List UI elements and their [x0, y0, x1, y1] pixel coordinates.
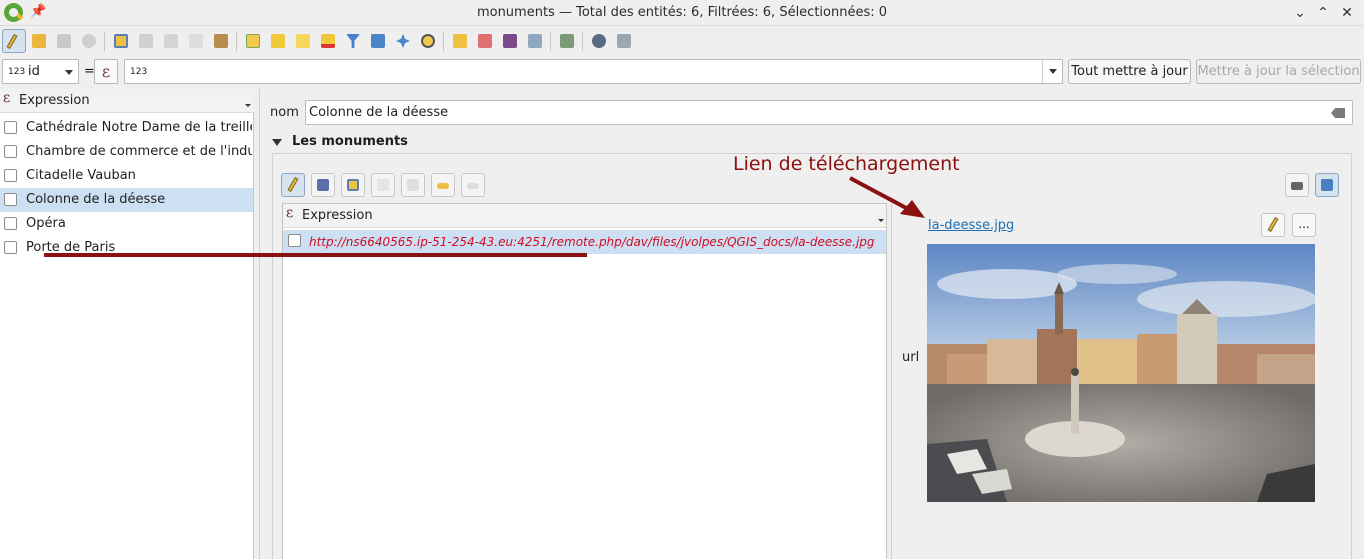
move-selection-top-icon[interactable]: [366, 29, 390, 53]
collapse-icon[interactable]: [272, 139, 282, 146]
update-all-button[interactable]: Tout mettre à jour: [1068, 59, 1191, 84]
checkbox[interactable]: [4, 169, 17, 182]
sort-icon: [245, 104, 251, 107]
checkbox[interactable]: [4, 145, 17, 158]
list-item-label: Colonne de la déesse: [26, 192, 166, 207]
list-item-label: Cathédrale Notre Dame de la treille: [26, 120, 252, 135]
form-view-icon[interactable]: [612, 29, 636, 53]
toggle-edit-icon[interactable]: [281, 173, 305, 197]
list-item-label: Citadelle Vauban: [26, 168, 136, 183]
minimize-icon[interactable]: ⌄: [1290, 3, 1310, 23]
chevron-down-icon: [65, 70, 73, 75]
multi-edit-icon[interactable]: [27, 29, 51, 53]
form-view-icon[interactable]: [1285, 173, 1309, 197]
nom-label: nom: [270, 105, 299, 120]
checkbox[interactable]: [4, 217, 17, 230]
list-item[interactable]: Colonne de la déesse: [0, 188, 253, 212]
select-all-icon[interactable]: [266, 29, 290, 53]
file-link[interactable]: la-deesse.jpg: [928, 218, 1014, 233]
close-icon[interactable]: ✕: [1337, 3, 1357, 23]
maximize-icon[interactable]: ⌃: [1313, 3, 1333, 23]
annotation-arrow-icon: [849, 176, 925, 218]
expression-icon: ε: [3, 90, 11, 106]
paste-icon[interactable]: [209, 29, 233, 53]
feature-list-header-label: Expression: [19, 93, 90, 108]
list-item[interactable]: Opéra: [0, 212, 253, 236]
deselect-icon[interactable]: [316, 29, 340, 53]
attribute-table-toolbar: [0, 29, 1364, 55]
clear-icon[interactable]: [1331, 108, 1345, 118]
duplicate-feature-icon[interactable]: [371, 173, 395, 197]
cut-icon[interactable]: [159, 29, 183, 53]
feature-list-panel: ε Expression Cathédrale Notre Dame de la…: [0, 89, 254, 559]
table-view-icon[interactable]: [1315, 173, 1339, 197]
edit-icon[interactable]: [1261, 213, 1285, 237]
field-calculator-icon[interactable]: [498, 29, 522, 53]
field-name: id: [28, 64, 40, 79]
actions-icon[interactable]: [587, 29, 611, 53]
select-expression-icon[interactable]: [241, 29, 265, 53]
url-label: url: [902, 350, 920, 365]
unlink-feature-icon[interactable]: [461, 173, 485, 197]
delete-child-feature-icon[interactable]: [401, 173, 425, 197]
reload-icon[interactable]: [77, 29, 101, 53]
related-list-header-label: Expression: [302, 208, 373, 223]
conditional-formatting-icon[interactable]: [523, 29, 547, 53]
invert-selection-icon[interactable]: [291, 29, 315, 53]
checkbox[interactable]: [288, 234, 301, 247]
list-item[interactable]: Citadelle Vauban: [0, 164, 253, 188]
field-select[interactable]: 123 id: [2, 59, 79, 84]
filter-icon[interactable]: [341, 29, 365, 53]
update-selection-button[interactable]: Mettre à jour la sélection: [1196, 59, 1361, 84]
save-icon[interactable]: [52, 29, 76, 53]
nom-value: Colonne de la déesse: [309, 105, 449, 120]
zoom-to-selection-icon[interactable]: [416, 29, 440, 53]
browse-button[interactable]: ...: [1292, 213, 1316, 237]
delete-field-icon[interactable]: [473, 29, 497, 53]
new-field-icon[interactable]: [448, 29, 472, 53]
checkbox[interactable]: [4, 241, 17, 254]
checkbox[interactable]: [4, 121, 17, 134]
expression-builder-button[interactable]: ε: [94, 59, 118, 84]
link-feature-icon[interactable]: [431, 173, 455, 197]
list-item-label: Opéra: [26, 216, 66, 231]
save-icon[interactable]: [311, 173, 335, 197]
add-feature-icon[interactable]: [109, 29, 133, 53]
window-title: monuments — Total des entités: 6, Filtré…: [476, 5, 888, 20]
add-child-feature-icon[interactable]: [341, 173, 365, 197]
related-feature-form: url la-deesse.jpg ...: [891, 203, 1340, 559]
value-type: 123: [130, 67, 148, 77]
field-type: 123: [8, 67, 26, 77]
checkbox[interactable]: [4, 193, 17, 206]
title-bar: 📌 monuments — Total des entités: 6, Filt…: [0, 0, 1364, 26]
url-underline-mark: [44, 253, 587, 257]
list-item[interactable]: Chambre de commerce et de l'indu...: [0, 140, 253, 164]
value-dropdown[interactable]: [1042, 60, 1062, 83]
delete-feature-icon[interactable]: [134, 29, 158, 53]
update-value-input[interactable]: 123: [124, 59, 1063, 84]
toggle-edit-icon[interactable]: [2, 29, 26, 53]
feature-list-header[interactable]: ε Expression: [0, 89, 254, 113]
pan-to-selection-icon[interactable]: [391, 29, 415, 53]
list-item[interactable]: Cathédrale Notre Dame de la treille: [0, 116, 253, 140]
group-title: Les monuments: [292, 134, 408, 149]
chevron-down-icon: [1049, 69, 1057, 74]
related-item-url: http://ns6640565.ip-51-254-43.eu:4251/re…: [309, 235, 875, 249]
nom-field[interactable]: Colonne de la déesse: [305, 100, 1353, 125]
copy-icon[interactable]: [184, 29, 208, 53]
expression-icon: ε: [286, 205, 294, 221]
dock-icon[interactable]: [555, 29, 579, 53]
field-update-bar: 123 id = ε 123 Tout mettre à jour Mettre…: [0, 59, 1364, 85]
list-item-label: Chambre de commerce et de l'indu...: [26, 144, 252, 159]
related-list-header[interactable]: ε Expression: [283, 204, 886, 228]
list-item[interactable]: http://ns6640565.ip-51-254-43.eu:4251/re…: [283, 230, 886, 254]
photo-preview: [927, 244, 1315, 502]
